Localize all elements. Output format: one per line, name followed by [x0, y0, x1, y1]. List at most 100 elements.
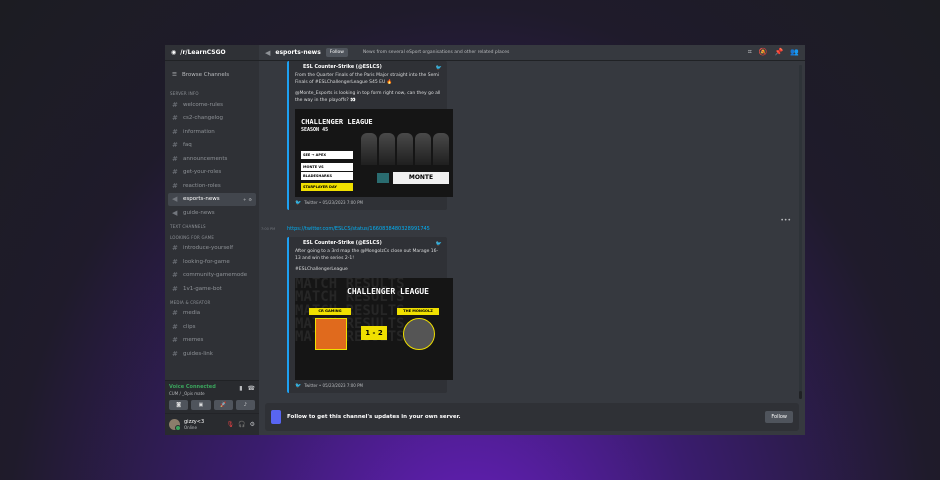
soundboard-button[interactable]: ♪	[235, 400, 255, 410]
list-icon: ☰	[172, 72, 177, 78]
hash-icon: #	[172, 271, 178, 280]
channel-welcome-rules[interactable]: # welcome-rules	[168, 98, 256, 112]
image-tag: SEE → APEX	[301, 150, 353, 159]
channel-esports-news[interactable]: ◀ esports-news + ⚙	[168, 192, 256, 206]
server-header[interactable]: ◉ /r/LearnCSGO	[165, 45, 259, 61]
deafen-icon[interactable]: 🎧	[238, 421, 245, 428]
channel-reaction-roles[interactable]: # reaction-roles	[168, 179, 256, 193]
topbar-icons: ⌗ 🔕 📌 👥	[748, 48, 799, 57]
browse-label: Browse Channels	[181, 72, 230, 78]
announcement-icon	[271, 410, 281, 424]
hash-icon: #	[172, 244, 178, 253]
channel-get-your-roles[interactable]: # get-your-roles	[168, 166, 256, 180]
avatar[interactable]	[169, 419, 181, 431]
server-name: /r/LearnCSGO	[180, 49, 226, 56]
image-team-name: MONTE	[393, 171, 449, 184]
more-options-icon[interactable]: •••	[780, 217, 791, 224]
channel-clips[interactable]: # clips	[168, 320, 256, 334]
message-link[interactable]: https://twitter.com/ESLCS/status/1660838…	[287, 226, 430, 232]
channel-community-gamemode[interactable]: # community-gamemode	[168, 269, 256, 283]
scrollbar-thumb[interactable]	[799, 391, 802, 399]
channel-memes[interactable]: # memes	[168, 334, 256, 348]
team-logo	[377, 172, 389, 183]
channel-cs2-changelog[interactable]: # cs2-changelog	[168, 112, 256, 126]
image-league-title: CHALLENGER LEAGUE	[347, 286, 429, 296]
scrollbar[interactable]	[799, 65, 802, 399]
channel-guides-link[interactable]: # guides-link	[168, 347, 256, 361]
message-list: ESL Counter-Strike (@ESLCS) 🐦 From the Q…	[259, 61, 805, 403]
embed-footer: 🐦 Twitter • 05/23/2023 7:00 PM	[295, 200, 441, 206]
channel-looking-for-game[interactable]: # looking-for-game	[168, 255, 256, 269]
channel-label: guides-link	[183, 350, 213, 357]
category-media-creator[interactable]: MEDIA & CREATOR	[168, 296, 256, 307]
user-panel: gizzy<3 Online 🎙 🎧 ⚙	[165, 413, 259, 435]
embed-image[interactable]: MATCH RESULTS MATCH RESULTS MATCH RESULT…	[295, 277, 453, 380]
hash-icon: #	[172, 127, 178, 136]
image-tag: BLADESHARKS	[301, 171, 353, 180]
threads-icon[interactable]: ⌗	[748, 48, 752, 57]
channel-media[interactable]: # media	[168, 307, 256, 321]
settings-gear-icon[interactable]: ⚙	[250, 421, 255, 428]
hash-icon: #	[172, 100, 178, 109]
signal-icon[interactable]: ▮	[239, 385, 242, 392]
channel-topic[interactable]: News from several eSport organisations a…	[363, 50, 509, 55]
globe-icon: ◉	[171, 49, 177, 56]
image-tag: MONTE VS	[301, 162, 353, 171]
embed-author[interactable]: ESL Counter-Strike (@ESLCS)	[295, 65, 441, 70]
embed-image[interactable]: CHALLENGER LEAGUE SEASON 45 SEE → APEX M…	[295, 108, 453, 197]
voice-buttons: ◙ ▣ 🚀 ♪	[169, 400, 255, 410]
channel-label: welcome-rules	[183, 101, 224, 108]
channel-1v1-game-bot[interactable]: #1v1-game-bot	[168, 282, 256, 296]
member-list-icon[interactable]: 👥	[790, 48, 799, 57]
channel-guide-news[interactable]: ◀ guide-news	[168, 206, 256, 220]
channel-label: 1v1-game-bot	[183, 285, 222, 292]
browse-channels-button[interactable]: ☰ Browse Channels	[168, 69, 256, 81]
follow-chip-button[interactable]: Follow	[325, 48, 348, 57]
disconnect-icon[interactable]: ☎	[248, 385, 255, 392]
pin-icon[interactable]: 📌	[775, 48, 784, 57]
screen-share-button[interactable]: ▣	[191, 400, 211, 410]
twitter-icon: 🐦	[295, 382, 302, 389]
image-players	[361, 125, 449, 165]
channel-actions[interactable]: + ⚙	[243, 197, 252, 202]
embed-author[interactable]: ESL Counter-Strike (@ESLCS)	[295, 241, 441, 246]
category-looking-for-game[interactable]: LOOKING FOR GAME	[168, 231, 256, 242]
hash-icon: #	[172, 322, 178, 331]
channel-sidebar: ◉ /r/LearnCSGO ☰ Browse Channels SERVER …	[165, 45, 259, 435]
channel-label: get-your-roles	[183, 169, 222, 176]
discord-window: ◉ /r/LearnCSGO ☰ Browse Channels SERVER …	[165, 45, 805, 435]
channel-label: introduce-yourself	[183, 245, 234, 252]
hash-icon: #	[172, 181, 178, 190]
activity-button[interactable]: 🚀	[213, 400, 233, 410]
megaphone-icon: ◀	[172, 195, 178, 204]
category-server-info[interactable]: SERVER INFO	[168, 87, 256, 98]
twitter-icon: 🐦	[435, 241, 442, 247]
channel-label: community-gamemode	[183, 272, 248, 279]
embed-text: From the Quarter Finals of the Paris Maj…	[295, 73, 440, 85]
hash-icon: #	[172, 168, 178, 177]
channel-label: announcements	[183, 155, 228, 162]
image-team-a: CR GAMING	[309, 307, 351, 315]
hash-icon: #	[172, 257, 178, 266]
invite-icon[interactable]: +	[243, 197, 246, 202]
channel-announcements[interactable]: # announcements	[168, 152, 256, 166]
embed-text: @Monte_Esports is looking in top form ri…	[295, 90, 441, 103]
user-info[interactable]: gizzy<3 Online	[184, 419, 204, 430]
notification-bell-icon[interactable]: 🔕	[759, 48, 768, 57]
channel-label: guide-news	[183, 209, 215, 216]
gear-icon[interactable]: ⚙	[248, 197, 252, 202]
channel-faq[interactable]: # faq	[168, 139, 256, 153]
channel-title: esports-news	[275, 49, 321, 56]
category-text-channels[interactable]: TEXT CHANNELS	[168, 220, 256, 231]
embed-footer-text: Twitter • 05/23/2023 7:00 PM	[304, 200, 363, 206]
megaphone-icon: ◀	[172, 208, 178, 217]
mute-mic-icon[interactable]: 🎙	[227, 421, 235, 428]
hash-icon: #	[172, 284, 178, 293]
hash-icon: #	[172, 309, 178, 318]
twitter-embed: ESL Counter-Strike (@ESLCS) 🐦 From the Q…	[287, 61, 453, 210]
follow-button[interactable]: Follow	[765, 411, 793, 423]
channel-introduce-yourself[interactable]: # introduce-yourself	[168, 242, 256, 256]
channel-label: faq	[183, 142, 192, 149]
channel-information[interactable]: # information	[168, 125, 256, 139]
video-button[interactable]: ◙	[169, 400, 189, 410]
